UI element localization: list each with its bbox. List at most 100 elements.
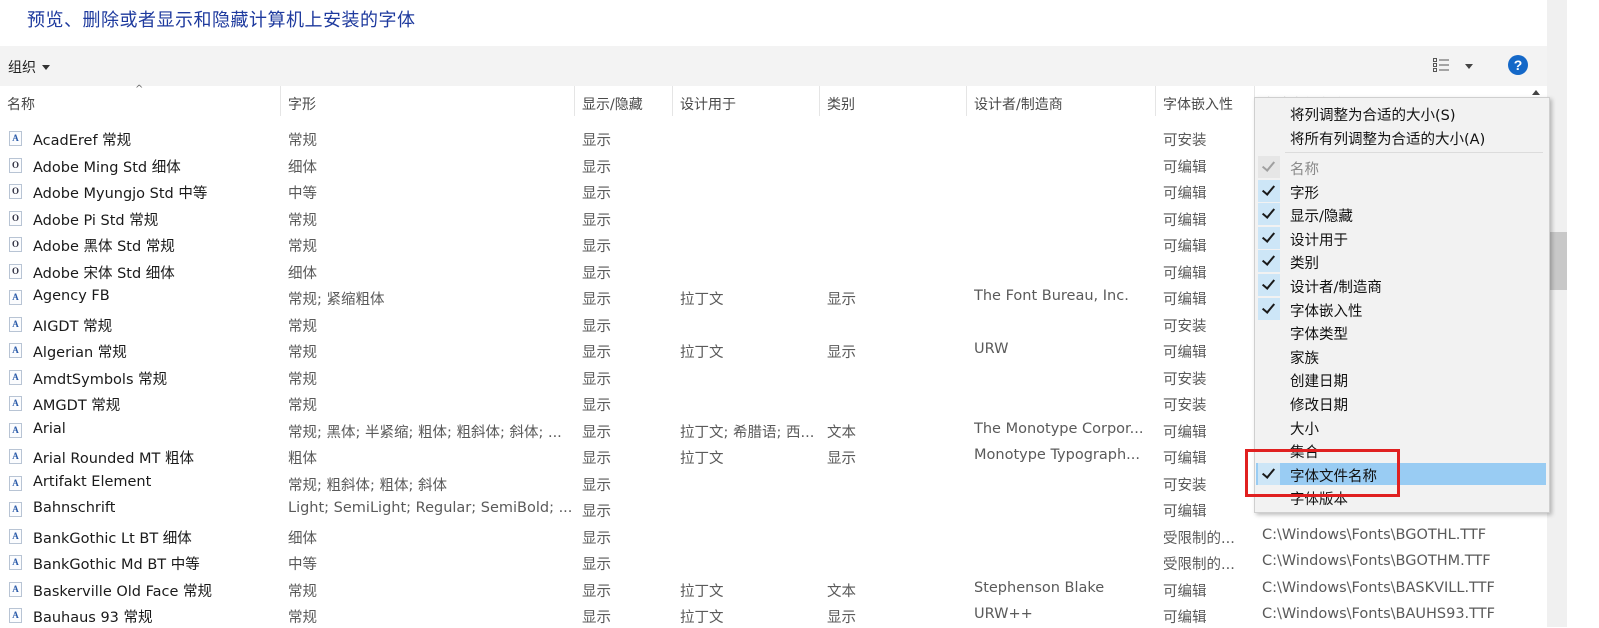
- menu-item-size-all-columns[interactable]: 将所有列调整为合适的大小(A): [1290, 128, 1485, 149]
- cell-category: 显示: [827, 451, 856, 467]
- table-row[interactable]: A Bauhaus 93 常规 常规 显示 拉丁文 显示 URW++ 可编辑 C:\Window…: [0, 602, 1547, 628]
- column-header-designer[interactable]: 设计者/制造商: [974, 94, 1063, 114]
- column-divider[interactable]: [966, 86, 967, 116]
- table-row[interactable]: A Baskerville Old Face 常规 常规 显示 拉丁文 文本 Stephen…: [0, 576, 1547, 602]
- truetype-font-icon: A: [9, 422, 22, 438]
- table-row[interactable]: A BankGothic Md BT 中等 中等 显示 受限制的... C:\Window…: [0, 549, 1547, 575]
- checkmark-icon: [1258, 179, 1280, 202]
- cell-font-name: AIGDT 常规: [33, 318, 113, 335]
- cell-embeddability: 可编辑: [1163, 504, 1207, 520]
- column-divider[interactable]: [280, 86, 281, 116]
- cell-glyph: 细体: [288, 159, 317, 176]
- cell-embeddability: 受限制的...: [1163, 557, 1235, 573]
- menu-item-designer[interactable]: 设计者/制造商: [1290, 276, 1382, 297]
- checkmark-icon: [1258, 250, 1280, 273]
- menu-item-size-column[interactable]: 将列调整为合适的大小(S): [1290, 104, 1456, 125]
- cell-font-name: AcadEref 常规: [33, 133, 132, 149]
- cell-visibility: 显示: [582, 159, 611, 176]
- menu-item-modified-date[interactable]: 修改日期: [1290, 394, 1348, 415]
- menu-item-font-type[interactable]: 字体类型: [1290, 323, 1348, 344]
- cell-glyph: 常规: [288, 371, 317, 388]
- cell-designer: URW++: [974, 606, 1033, 622]
- cell-glyph: 常规; 紧缩粗体: [288, 292, 385, 308]
- vertical-scrollbar[interactable]: [1547, 0, 1567, 627]
- column-divider[interactable]: [672, 86, 673, 116]
- cell-file-name: C:\Windows\Fonts\BGOTHL.TTF: [1262, 526, 1487, 543]
- menu-item-visibility[interactable]: 显示/隐藏: [1290, 205, 1353, 226]
- menu-item-size[interactable]: 大小: [1290, 418, 1319, 439]
- title-bar: 预览、删除或者显示和隐藏计算机上安装的字体: [0, 0, 1547, 46]
- cell-embeddability: 可安装: [1163, 477, 1207, 494]
- cell-embeddability: 可编辑: [1163, 424, 1207, 441]
- cell-visibility: 显示: [582, 371, 611, 388]
- cell-embeddability: 可编辑: [1163, 212, 1207, 229]
- menu-item-created-date[interactable]: 创建日期: [1290, 370, 1348, 391]
- column-header-category[interactable]: 类别: [827, 94, 855, 114]
- column-header-designed-for[interactable]: 设计用于: [680, 94, 736, 114]
- column-header-visibility[interactable]: 显示/隐藏: [582, 94, 643, 114]
- table-row[interactable]: A BankGothic Lt BT 细体 细体 显示 受限制的... C:\Window…: [0, 523, 1547, 549]
- cell-glyph: 常规: [288, 318, 317, 335]
- cell-glyph: 细体: [288, 265, 317, 282]
- cell-font-name: AmdtSymbols 常规: [33, 371, 168, 388]
- cell-designer: The Monotype Corpor...: [974, 420, 1144, 437]
- cell-embeddability: 可安装: [1163, 318, 1207, 335]
- cell-file-name: C:\Windows\Fonts\BAUHS93.TTF: [1262, 606, 1495, 622]
- organize-button[interactable]: 组织: [8, 57, 50, 77]
- help-icon[interactable]: ?: [1508, 55, 1528, 75]
- view-options-chevron-icon[interactable]: [1465, 64, 1473, 69]
- cell-visibility: 显示: [582, 530, 611, 547]
- cell-embeddability: 受限制的...: [1163, 530, 1235, 547]
- cell-visibility: 显示: [582, 318, 611, 335]
- cell-designed-for: 拉丁文: [680, 292, 724, 308]
- cell-visibility: 显示: [582, 424, 611, 441]
- scrollbar-thumb[interactable]: [1549, 232, 1567, 290]
- cell-font-name: Bahnschrift: [33, 500, 116, 516]
- cell-visibility: 显示: [582, 504, 611, 520]
- cell-embeddability: 可编辑: [1163, 159, 1207, 176]
- cell-glyph: 常规: [288, 212, 317, 229]
- cell-designer: The Font Bureau, Inc.: [974, 288, 1129, 304]
- column-header-glyph[interactable]: 字形: [288, 94, 316, 114]
- cell-glyph: 中等: [288, 557, 317, 573]
- cell-font-name: Adobe Pi Std 常规: [33, 212, 159, 229]
- cell-category: 显示: [827, 345, 856, 361]
- menu-item-glyph[interactable]: 字形: [1290, 182, 1319, 203]
- column-header-embeddability[interactable]: 字体嵌入性: [1163, 94, 1233, 114]
- chevron-down-icon: [42, 64, 50, 70]
- cell-font-name: Baskerville Old Face 常规: [33, 583, 212, 600]
- checkmark-icon: [1258, 203, 1280, 226]
- scroll-up-icon[interactable]: [1532, 90, 1540, 95]
- checkmark-icon: [1258, 226, 1280, 249]
- cell-glyph: 粗体: [288, 451, 317, 467]
- cell-glyph: 常规: [288, 583, 317, 600]
- cell-designed-for: 拉丁文: [680, 345, 724, 361]
- column-header-name[interactable]: 名称: [7, 94, 35, 114]
- cell-embeddability: 可编辑: [1163, 345, 1207, 361]
- column-divider[interactable]: [1155, 86, 1156, 116]
- annotation-highlight-box: [1245, 449, 1400, 497]
- menu-item-designed-for[interactable]: 设计用于: [1290, 229, 1348, 250]
- menu-item-category[interactable]: 类别: [1290, 252, 1319, 273]
- truetype-font-icon: A: [9, 290, 22, 305]
- column-divider[interactable]: [574, 86, 575, 116]
- truetype-font-icon: A: [9, 369, 22, 385]
- truetype-font-icon: A: [9, 316, 22, 332]
- organize-label: 组织: [8, 60, 36, 76]
- cell-visibility: 显示: [582, 610, 611, 626]
- cell-embeddability: 可编辑: [1163, 610, 1207, 626]
- opentype-font-icon: O: [9, 184, 22, 199]
- cell-designed-for: 拉丁文: [680, 451, 724, 467]
- opentype-font-icon: O: [9, 263, 22, 279]
- cell-embeddability: 可编辑: [1163, 265, 1207, 282]
- cell-font-name: Adobe Myungjo Std 中等: [33, 186, 208, 202]
- cell-file-name: C:\Windows\Fonts\BGOTHM.TTF: [1262, 553, 1491, 569]
- details-view-icon[interactable]: [1432, 57, 1450, 73]
- menu-item-family[interactable]: 家族: [1290, 347, 1319, 368]
- cell-glyph: 常规: [288, 345, 317, 361]
- menu-item-embeddability[interactable]: 字体嵌入性: [1290, 300, 1363, 321]
- cell-embeddability: 可编辑: [1163, 292, 1207, 308]
- cell-glyph: Light; SemiLight; Regular; SemiBold; ...: [288, 500, 573, 516]
- column-divider[interactable]: [819, 86, 820, 116]
- truetype-font-icon: A: [9, 449, 22, 464]
